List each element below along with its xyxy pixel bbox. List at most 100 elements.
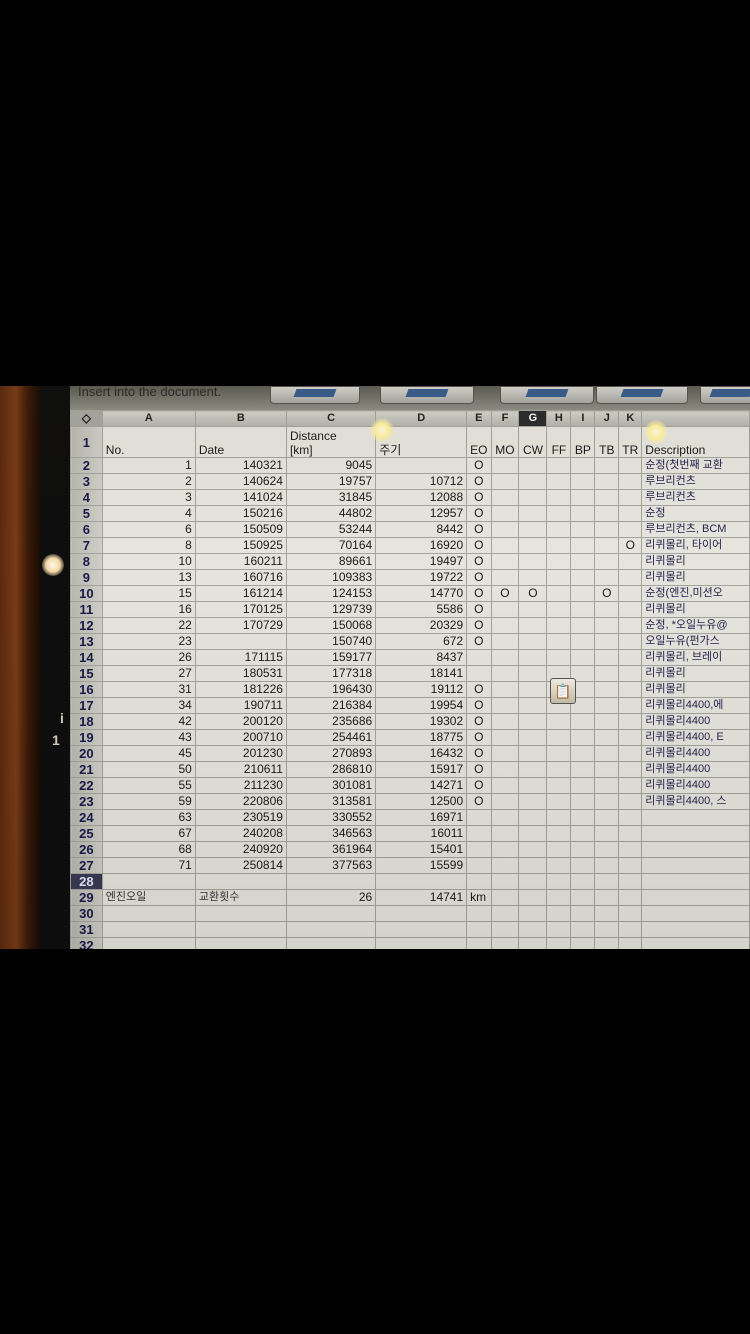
cell-distance[interactable]: 346563 <box>285 825 377 842</box>
toolbar-button[interactable] <box>500 386 594 404</box>
empty-cell[interactable] <box>570 937 596 949</box>
cell-date[interactable]: 250814 <box>194 857 287 874</box>
cell-no[interactable]: 27 <box>101 665 196 682</box>
cell-bp[interactable] <box>570 729 596 746</box>
cell-tb[interactable] <box>594 601 620 618</box>
cell-mo[interactable] <box>490 809 520 826</box>
cell-tb[interactable] <box>594 713 620 730</box>
cell-cw[interactable] <box>518 681 548 698</box>
cell-tr[interactable] <box>618 617 643 634</box>
cell-eo[interactable]: O <box>466 793 492 810</box>
cell-distance[interactable]: 53244 <box>285 521 377 538</box>
cell-no[interactable]: 50 <box>101 761 196 778</box>
summary-label-a[interactable]: 엔진오일 <box>101 889 196 906</box>
cell-description[interactable]: 리퀴몰리4400 <box>641 713 750 730</box>
cell-cycle[interactable]: 5586 <box>375 601 468 618</box>
cell-eo[interactable]: O <box>466 761 492 778</box>
row-header[interactable]: 23 <box>70 793 103 810</box>
summary-label-b[interactable]: 교환횟수 <box>194 889 287 906</box>
empty-cell[interactable] <box>285 873 377 890</box>
header-eo[interactable]: EO <box>466 426 492 458</box>
cell-date[interactable]: 240208 <box>194 825 287 842</box>
cell-eo[interactable]: O <box>466 553 492 570</box>
cell-cycle[interactable]: 18141 <box>375 665 468 682</box>
cell-no[interactable]: 6 <box>101 521 196 538</box>
cell-date[interactable]: 141024 <box>194 489 287 506</box>
cell-mo[interactable] <box>490 633 520 650</box>
row-header[interactable]: 21 <box>70 761 103 778</box>
cell-date[interactable]: 220806 <box>194 793 287 810</box>
cell-eo[interactable]: O <box>466 489 492 506</box>
cell-mo[interactable] <box>490 649 520 666</box>
cell-cw[interactable] <box>518 857 548 874</box>
cell-bp[interactable] <box>570 745 596 762</box>
cell-cw[interactable] <box>518 777 548 794</box>
cell-distance[interactable]: 301081 <box>285 777 377 794</box>
cell-ff[interactable] <box>546 729 572 746</box>
empty-cell[interactable] <box>194 937 287 949</box>
cell-tb[interactable] <box>594 825 620 842</box>
cell-description[interactable]: 루브리컨츠, BCM <box>641 521 750 538</box>
cell-date[interactable]: 140624 <box>194 473 287 490</box>
cell-distance[interactable]: 361964 <box>285 841 377 858</box>
cell-cw[interactable] <box>518 665 548 682</box>
cell-eo[interactable]: O <box>466 745 492 762</box>
cell-date[interactable]: 230519 <box>194 809 287 826</box>
cell-date[interactable]: 211230 <box>194 777 287 794</box>
empty-cell[interactable] <box>101 937 196 949</box>
row-header[interactable]: 19 <box>70 729 103 746</box>
cell-ff[interactable] <box>546 473 572 490</box>
cell-tr[interactable] <box>618 697 643 714</box>
cell-eo[interactable]: O <box>466 521 492 538</box>
row-header[interactable]: 10 <box>70 585 103 602</box>
cell-description[interactable]: 리퀴몰리 <box>641 665 750 682</box>
empty-cell[interactable] <box>594 889 620 906</box>
cell-tr[interactable] <box>618 681 643 698</box>
cell-tr[interactable] <box>618 713 643 730</box>
empty-cell[interactable] <box>375 921 468 938</box>
row-header[interactable]: 13 <box>70 633 103 650</box>
cell-bp[interactable] <box>570 569 596 586</box>
cell-tr[interactable] <box>618 857 643 874</box>
column-header-k[interactable]: K <box>618 410 643 427</box>
empty-cell[interactable] <box>194 873 287 890</box>
empty-cell[interactable] <box>285 937 377 949</box>
toolbar-button[interactable] <box>596 386 688 404</box>
summary-count[interactable]: 26 <box>285 889 377 906</box>
cell-description[interactable] <box>641 809 750 826</box>
cell-tr[interactable] <box>618 457 643 474</box>
cell-date[interactable]: 200120 <box>194 713 287 730</box>
cell-tr[interactable] <box>618 601 643 618</box>
cell-tb[interactable]: O <box>594 585 620 602</box>
empty-cell[interactable] <box>518 937 548 949</box>
cell-no[interactable]: 2 <box>101 473 196 490</box>
cell-description[interactable]: 순정, *오일누유@ <box>641 617 750 634</box>
empty-cell[interactable] <box>518 921 548 938</box>
empty-cell[interactable] <box>618 921 643 938</box>
cell-description[interactable]: 리퀴몰리4400, 스 <box>641 793 750 810</box>
cell-distance[interactable]: 235686 <box>285 713 377 730</box>
cell-ff[interactable] <box>546 713 572 730</box>
row-header[interactable]: 9 <box>70 569 103 586</box>
row-header[interactable]: 30 <box>70 905 103 922</box>
cell-cycle[interactable]: 15599 <box>375 857 468 874</box>
cell-distance[interactable]: 89661 <box>285 553 377 570</box>
cell-description[interactable]: 루브리컨츠 <box>641 473 750 490</box>
cell-tr[interactable] <box>618 649 643 666</box>
cell-bp[interactable] <box>570 825 596 842</box>
cell-mo[interactable]: O <box>490 585 520 602</box>
cell-mo[interactable] <box>490 553 520 570</box>
cell-cycle[interactable]: 19722 <box>375 569 468 586</box>
cell-tr[interactable] <box>618 473 643 490</box>
empty-cell[interactable] <box>546 873 572 890</box>
cell-no[interactable]: 15 <box>101 585 196 602</box>
cell-ff[interactable] <box>546 857 572 874</box>
empty-cell[interactable] <box>101 921 196 938</box>
cell-eo[interactable] <box>466 665 492 682</box>
empty-cell[interactable] <box>570 905 596 922</box>
cell-cw[interactable] <box>518 569 548 586</box>
cell-mo[interactable] <box>490 505 520 522</box>
cell-cycle[interactable]: 15401 <box>375 841 468 858</box>
column-header-c[interactable]: C <box>285 410 377 427</box>
cell-tr[interactable] <box>618 729 643 746</box>
